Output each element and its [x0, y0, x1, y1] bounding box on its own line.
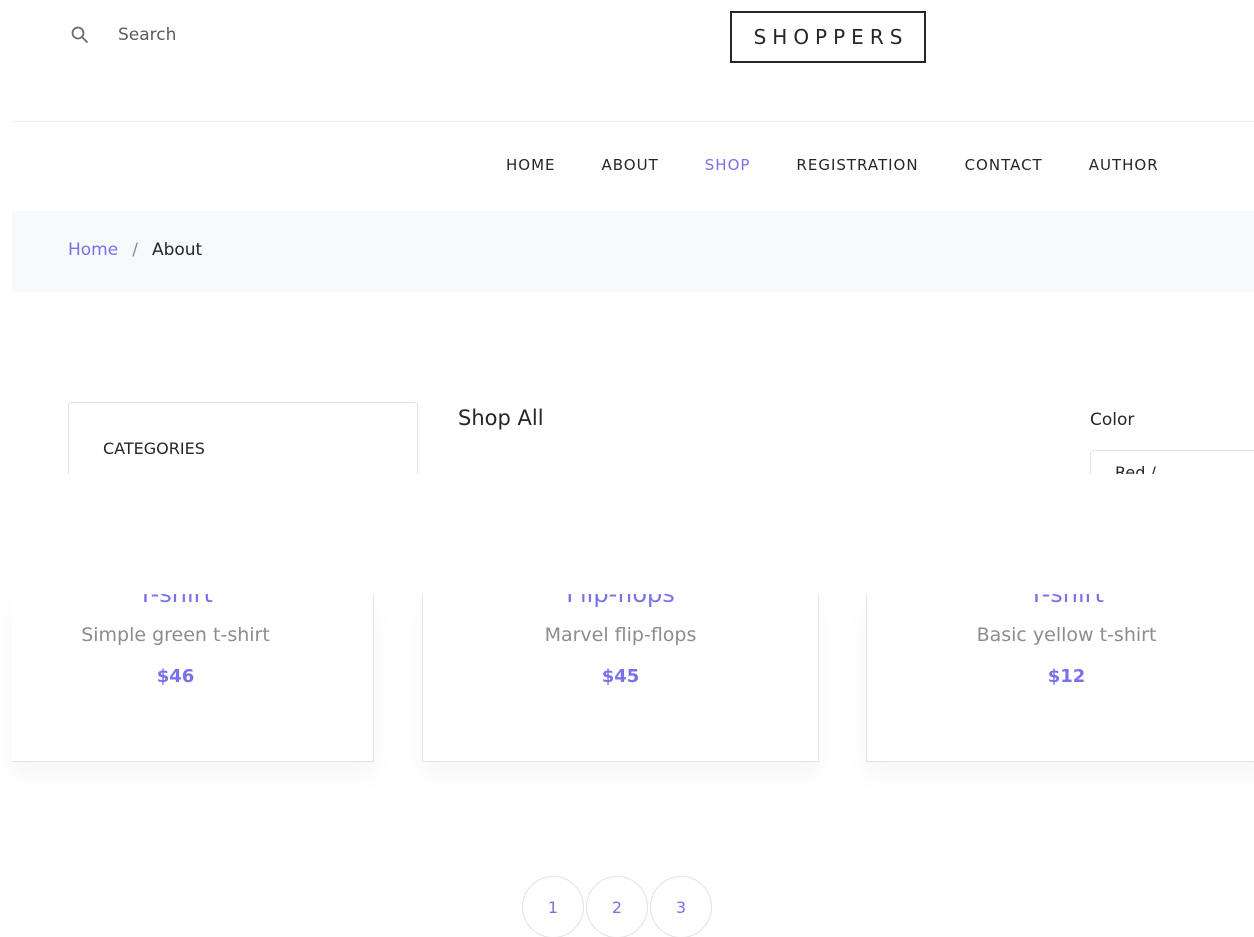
page-button-1[interactable]: 1	[522, 876, 584, 937]
product-price: $12	[1047, 666, 1086, 687]
categories-panel: CATEGORIES	[68, 402, 418, 474]
page-button-2[interactable]: 2	[586, 876, 648, 937]
page: SHOPPERS HOME ABOUT SHOP REGISTRATION CO…	[0, 0, 1254, 937]
color-select-value: Red / ...	[1115, 463, 1177, 474]
product-description: Basic yellow t-shirt	[976, 624, 1157, 646]
product-description: Simple green t-shirt	[81, 624, 270, 646]
categories-title: CATEGORIES	[103, 439, 205, 458]
product-card[interactable]: T-shirt Basic yellow t-shirt $12	[866, 594, 1254, 762]
product-title[interactable]: T-shirt	[24, 594, 327, 608]
nav-item-shop[interactable]: SHOP	[705, 156, 751, 174]
shop-title: Shop All	[458, 406, 544, 430]
search-bar	[68, 20, 288, 50]
product-description: Marvel flip-flops	[544, 624, 697, 646]
pagination: 1 2 3	[522, 876, 714, 937]
color-select[interactable]: Red / ...	[1090, 450, 1254, 474]
product-card[interactable]: T-shirt Simple green t-shirt $46	[12, 594, 374, 762]
main-nav: HOME ABOUT SHOP REGISTRATION CONTACT AUT…	[506, 156, 1205, 174]
search-input[interactable]	[118, 20, 288, 50]
product-title[interactable]: T-shirt	[867, 594, 1254, 608]
product-price: $45	[601, 666, 640, 687]
nav-item-registration[interactable]: REGISTRATION	[796, 156, 918, 174]
product-title[interactable]: Flip-flops	[423, 594, 818, 608]
nav-item-about[interactable]: ABOUT	[602, 156, 659, 174]
page-button-3[interactable]: 3	[650, 876, 712, 937]
header-divider	[12, 121, 1254, 122]
search-icon[interactable]	[68, 23, 92, 47]
breadcrumb-bar: Home / About	[12, 211, 1254, 292]
breadcrumb-separator: /	[132, 240, 138, 260]
product-card[interactable]: Flip-flops Marvel flip-flops $45	[422, 594, 819, 762]
nav-item-author[interactable]: AUTHOR	[1089, 156, 1159, 174]
breadcrumb-home-link[interactable]: Home	[68, 240, 118, 260]
breadcrumb: Home / About	[68, 240, 202, 260]
color-label: Color	[1090, 410, 1135, 430]
product-price: $46	[156, 666, 195, 687]
nav-item-home[interactable]: HOME	[506, 156, 556, 174]
nav-item-contact[interactable]: CONTACT	[965, 156, 1043, 174]
breadcrumb-current: About	[151, 240, 203, 260]
site-logo[interactable]: SHOPPERS	[730, 11, 926, 63]
